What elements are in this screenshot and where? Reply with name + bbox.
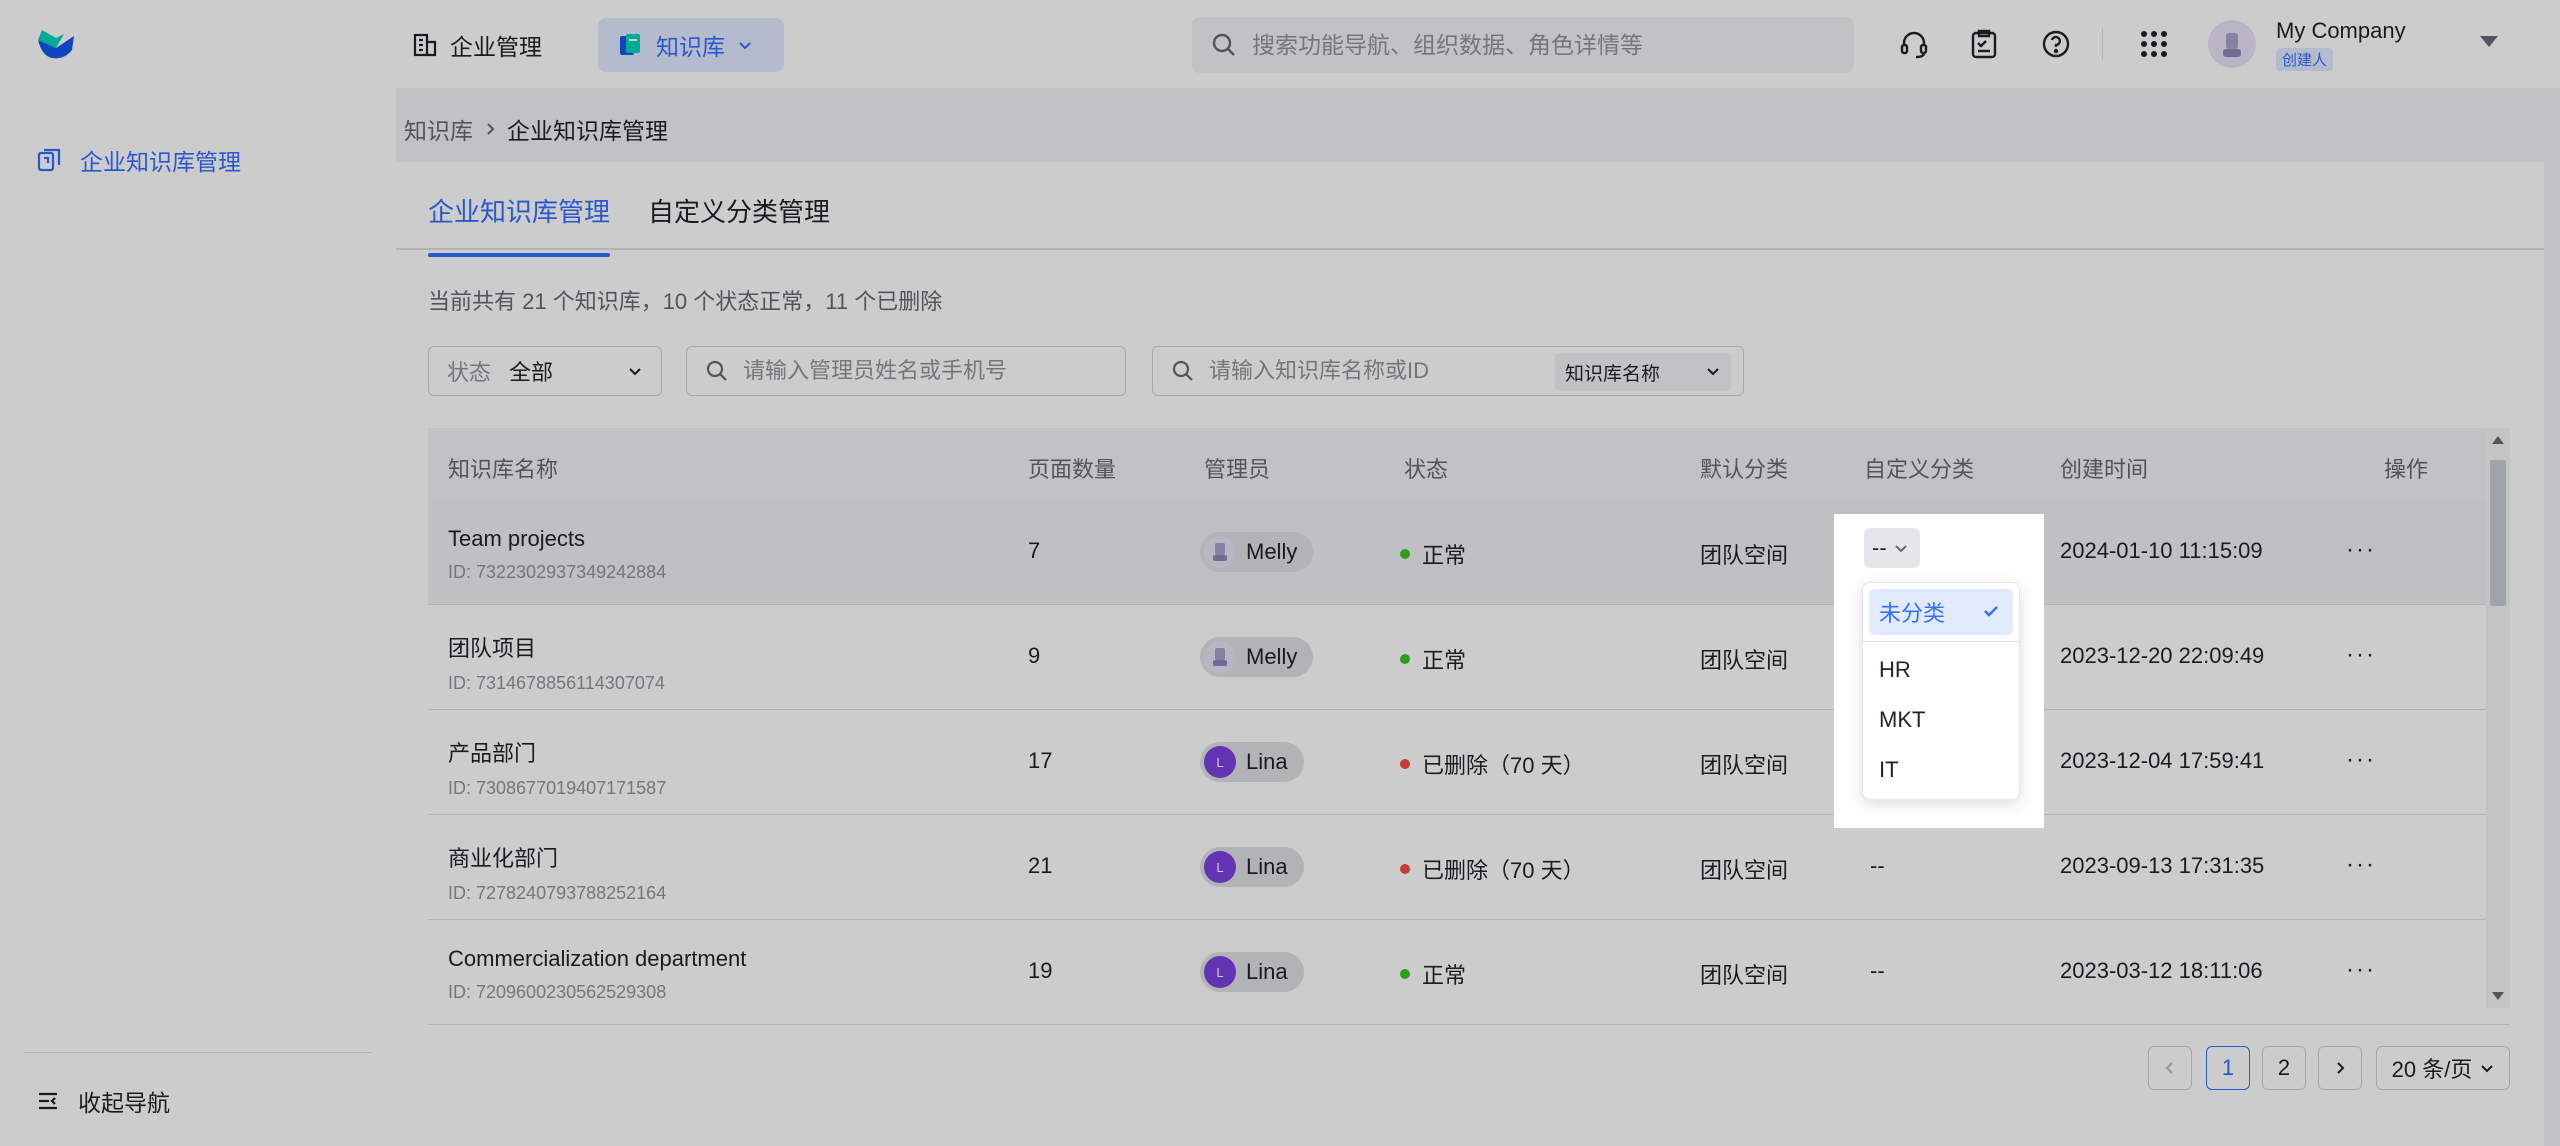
custom-category-spotlight: -- 未分类 HR MKT IT	[1834, 514, 2044, 828]
category-option-uncategorized[interactable]: 未分类	[1869, 589, 2013, 635]
category-option-hr[interactable]: HR	[1869, 647, 2013, 693]
check-icon	[1984, 606, 1998, 617]
dropdown-divider	[1863, 641, 2019, 642]
category-option-it[interactable]: IT	[1869, 747, 2013, 793]
chevron-down-icon	[1894, 545, 1907, 553]
category-option-mkt[interactable]: MKT	[1869, 697, 2013, 743]
dim-overlay	[0, 0, 2560, 1146]
custom-category-dropdown: 未分类 HR MKT IT	[1862, 582, 2020, 800]
custom-category-select[interactable]: --	[1864, 528, 1920, 568]
custom-category-value: --	[1872, 535, 1887, 560]
option-label: 未分类	[1879, 601, 1946, 626]
